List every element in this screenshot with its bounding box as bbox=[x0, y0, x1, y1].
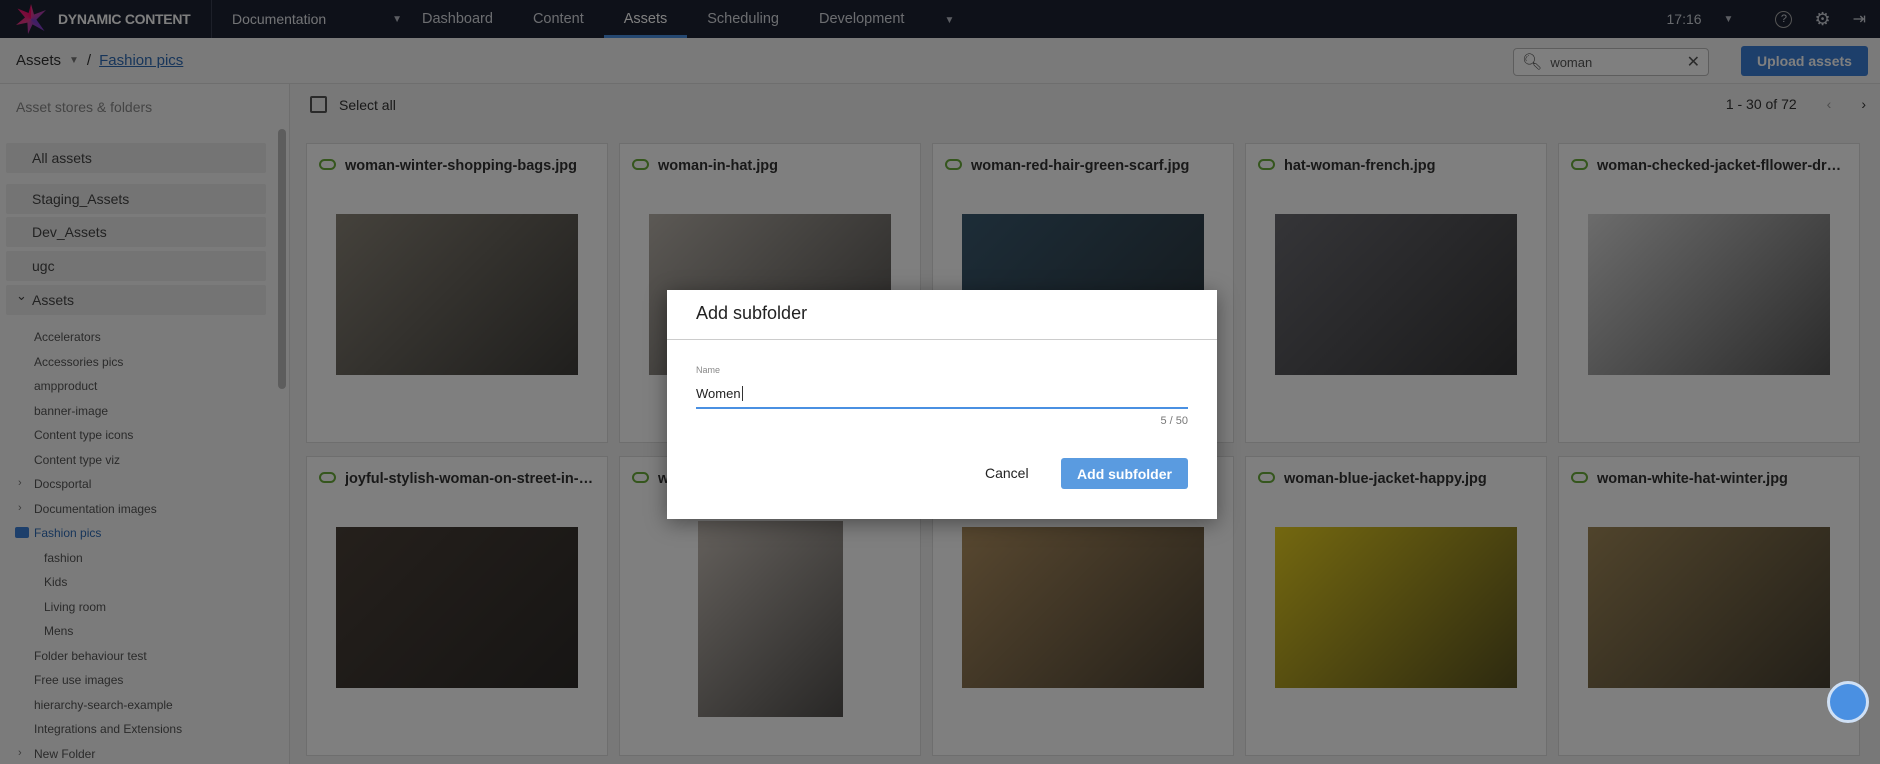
cancel-button[interactable]: Cancel bbox=[985, 458, 1029, 489]
text-cursor bbox=[741, 386, 743, 401]
dialog-title: Add subfolder bbox=[696, 303, 808, 323]
add-subfolder-dialog: Add subfolder Name Women 5 / 50 Cancel A… bbox=[667, 290, 1217, 519]
divider bbox=[667, 339, 1217, 340]
add-subfolder-button[interactable]: Add subfolder bbox=[1061, 458, 1188, 489]
name-input[interactable]: Women bbox=[696, 386, 1188, 409]
name-label: Name bbox=[696, 365, 721, 375]
char-counter: 5 / 50 bbox=[1160, 415, 1188, 427]
name-value: Women bbox=[696, 386, 741, 401]
chatbot-icon[interactable] bbox=[1827, 681, 1869, 723]
